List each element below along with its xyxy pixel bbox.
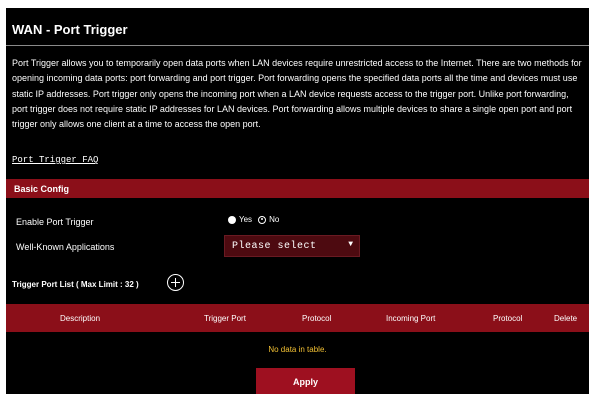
trigger-port-list-title: Trigger Port List ( Max Limit : 32 ) bbox=[12, 280, 139, 289]
yes-radio-label[interactable]: Yes bbox=[239, 215, 252, 224]
well-known-apps-value: Please select bbox=[232, 241, 317, 252]
enable-port-trigger-radio-group: Yes No bbox=[228, 215, 285, 224]
no-radio-label[interactable]: No bbox=[269, 215, 279, 224]
well-known-apps-select[interactable]: Please select ▼ bbox=[224, 235, 360, 257]
no-radio[interactable] bbox=[258, 215, 267, 224]
add-rule-button[interactable] bbox=[167, 274, 184, 291]
basic-config-title: Basic Config bbox=[14, 184, 70, 194]
trigger-table-header: Description Trigger Port Protocol Incomi… bbox=[6, 304, 589, 332]
port-trigger-panel: WAN - Port Trigger Port Trigger allows y… bbox=[6, 8, 589, 394]
faq-link[interactable]: Port Trigger FAQ bbox=[12, 155, 98, 165]
page-title: WAN - Port Trigger bbox=[12, 22, 128, 37]
column-incoming-port: Incoming Port bbox=[386, 314, 436, 323]
column-trigger-port: Trigger Port bbox=[204, 314, 246, 323]
column-protocol-2: Protocol bbox=[493, 314, 523, 323]
column-delete: Delete bbox=[554, 314, 578, 323]
title-divider bbox=[6, 45, 589, 46]
empty-table-message: No data in table. bbox=[268, 345, 327, 354]
chevron-down-icon: ▼ bbox=[348, 240, 353, 249]
column-description: Description bbox=[60, 314, 101, 323]
apply-button[interactable]: Apply bbox=[256, 368, 355, 394]
column-protocol: Protocol bbox=[302, 314, 332, 323]
page-description: Port Trigger allows you to temporarily o… bbox=[12, 58, 582, 130]
well-known-apps-label: Well-Known Applications bbox=[16, 242, 115, 252]
enable-port-trigger-label: Enable Port Trigger bbox=[16, 217, 94, 227]
basic-config-header: Basic Config bbox=[6, 179, 589, 198]
yes-radio[interactable] bbox=[228, 215, 236, 224]
